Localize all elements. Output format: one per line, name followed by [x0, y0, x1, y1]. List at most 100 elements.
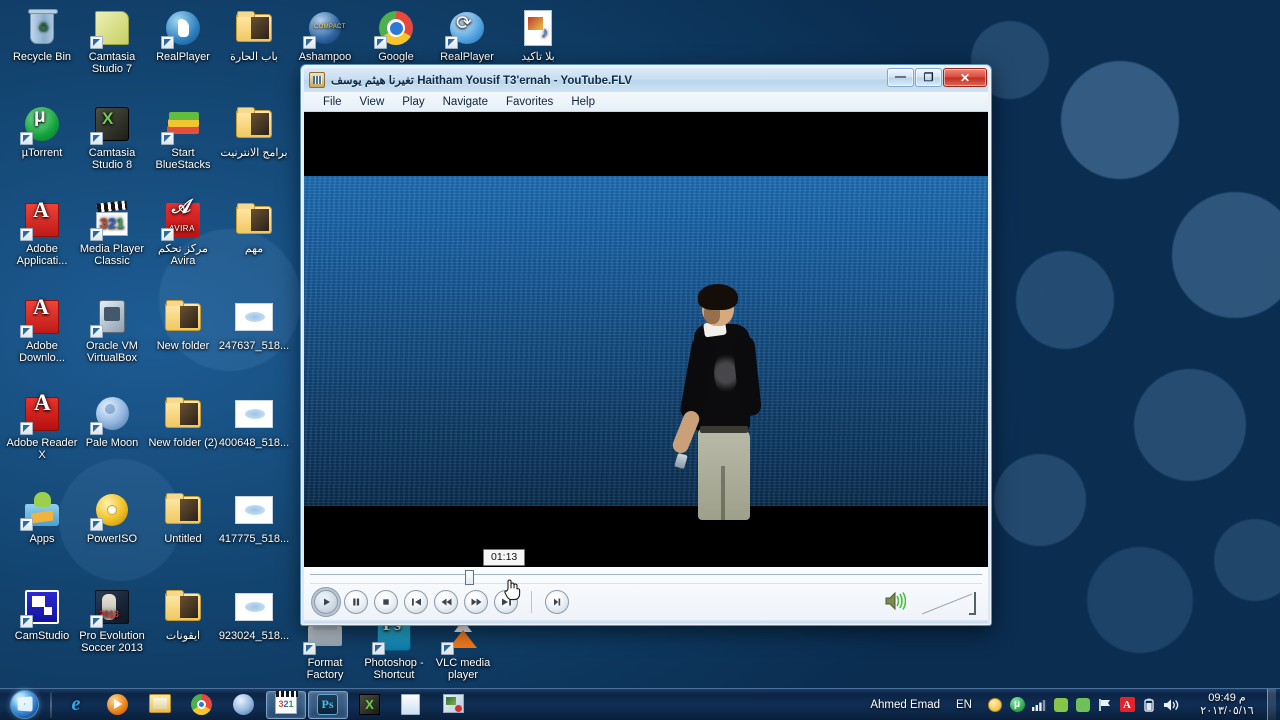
- menu-item-view[interactable]: View: [351, 94, 394, 110]
- taskbar-button-photo-viewer[interactable]: [434, 691, 474, 719]
- taskbar-buttons[interactable]: e 3 2 1 Ps X: [55, 690, 475, 719]
- desktop-icon[interactable]: 417775_518...: [218, 490, 290, 546]
- menu-bar[interactable]: File View Play Navigate Favorites Help: [304, 92, 988, 112]
- video-viewport[interactable]: 01:13: [304, 112, 988, 567]
- desktop-icon[interactable]: ⟳ RealPlayer: [431, 8, 503, 64]
- desktop-icon[interactable]: CamStudio: [6, 587, 78, 643]
- smiley-icon[interactable]: [987, 697, 1003, 713]
- menu-item-navigate[interactable]: Navigate: [434, 94, 497, 110]
- shortcut-arrow-icon: [20, 422, 33, 435]
- poweriso-icon: [90, 490, 132, 531]
- player-controls[interactable]: [304, 567, 988, 623]
- desktop-icon[interactable]: Untitled: [147, 490, 219, 546]
- taskbar-button-camtasia-studio[interactable]: X: [350, 691, 390, 719]
- taskbar-button-google-chrome[interactable]: [182, 691, 222, 719]
- volume-icon[interactable]: [1163, 697, 1179, 713]
- desktop-icon[interactable]: ♪ بلا تاكيد: [502, 8, 574, 64]
- safely-remove-icon[interactable]: [1075, 697, 1091, 713]
- desktop-icon[interactable]: 400648_518...: [218, 394, 290, 450]
- start-button[interactable]: [1, 690, 47, 720]
- desktop-icon[interactable]: A Adobe Downlo...: [6, 296, 78, 364]
- taskbar-button-media-player-classic[interactable]: 321: [266, 690, 306, 719]
- stop-button[interactable]: [374, 590, 398, 614]
- speaker-icon[interactable]: [884, 591, 907, 616]
- clock[interactable]: 09:49 م ٢٠١٣/٠٥/١٦: [1190, 692, 1264, 718]
- desktop-icon[interactable]: PowerISO: [76, 490, 148, 546]
- window-titlebar[interactable]: تغيرنا هيثم يوسف Haitham Yousif T3'ernah…: [304, 68, 988, 92]
- tray-icon-group[interactable]: μA: [984, 697, 1182, 713]
- desktop-icon[interactable]: New folder: [147, 297, 219, 353]
- control-separator: [531, 591, 532, 613]
- minimize-button[interactable]: —: [887, 68, 914, 87]
- desktop-icon[interactable]: مهم: [218, 200, 290, 256]
- transport-button-row[interactable]: [314, 590, 569, 614]
- maximize-button[interactable]: ❐: [915, 68, 942, 87]
- shortcut-arrow-icon: [90, 228, 103, 241]
- taskbar-button-internet-explorer[interactable]: e: [56, 691, 96, 719]
- media-player-window[interactable]: تغيرنا هيثم يوسف Haitham Yousif T3'ernah…: [300, 64, 992, 626]
- rewind-button[interactable]: [434, 590, 458, 614]
- desktop-icon[interactable]: 2013 Pro Evolution Soccer 2013: [76, 587, 148, 654]
- menu-item-help[interactable]: Help: [562, 94, 604, 110]
- volume-slider[interactable]: [920, 590, 978, 616]
- desktop-icon[interactable]: RealPlayer: [147, 8, 219, 64]
- desktop-icon[interactable]: Apps: [6, 490, 78, 546]
- fast-forward-button[interactable]: [464, 590, 488, 614]
- show-desktop-button[interactable]: [1267, 688, 1276, 720]
- desktop-icon[interactable]: 923024_518...: [218, 587, 290, 643]
- desktop-icon[interactable]: COMPACT Ashampoo: [289, 8, 361, 64]
- network-signal-icon[interactable]: [1031, 697, 1047, 713]
- desktop-icon[interactable]: Pale Moon: [76, 394, 148, 450]
- skip-back-button[interactable]: [404, 590, 428, 614]
- desktop-icon[interactable]: 𝒜 AVIRA مركز تحكم Avira: [147, 197, 219, 267]
- menu-item-favorites[interactable]: Favorites: [497, 94, 562, 110]
- camstudio-icon: [20, 587, 62, 628]
- system-tray[interactable]: Ahmed Emad EN μA 09:49 م ٢٠١٣/٠٥/١٦: [870, 688, 1280, 720]
- avira-icon[interactable]: A: [1119, 697, 1135, 713]
- update-icon[interactable]: [1053, 697, 1069, 713]
- desktop-icon[interactable]: New folder (2): [147, 394, 219, 450]
- internet-explorer-icon: e: [71, 693, 81, 715]
- apps-icon: [20, 490, 62, 531]
- desktop-icon[interactable]: برامج الانترنيت: [218, 104, 290, 160]
- desktop-icon[interactable]: ايقونات: [147, 587, 219, 643]
- close-button[interactable]: ✕: [943, 68, 987, 87]
- desktop-icon[interactable]: μ µTorrent: [6, 104, 78, 160]
- pause-button[interactable]: [344, 590, 368, 614]
- utorrent-tray-icon[interactable]: μ: [1009, 697, 1025, 713]
- desktop-icon[interactable]: Google: [360, 8, 432, 64]
- desktop-icon[interactable]: X Camtasia Studio 8: [76, 104, 148, 171]
- status-bar: [304, 620, 988, 623]
- desktop-icon-label: RealPlayer: [156, 51, 210, 63]
- desktop-icon-label: Apps: [29, 533, 55, 545]
- desktop[interactable]: ♻ Recycle Bin Camtasia Studio 7 RealPlayer ب…: [0, 0, 1280, 720]
- seek-bar[interactable]: [310, 570, 982, 585]
- taskbar-button-pale-moon[interactable]: [224, 691, 264, 719]
- taskbar-button-windows-explorer[interactable]: [140, 691, 180, 719]
- desktop-icon[interactable]: Start BlueStacks: [147, 104, 219, 171]
- desktop-icon[interactable]: A Adobe Applicati...: [6, 199, 78, 267]
- desktop-icon[interactable]: 247637_518...: [218, 297, 290, 353]
- step-frame-button[interactable]: [545, 590, 569, 614]
- action-center-flag-icon[interactable]: [1097, 697, 1113, 713]
- menu-item-play[interactable]: Play: [393, 94, 433, 110]
- taskbar[interactable]: e 3 2 1 Ps X Ahmed Emad EN μA 09:49 م ٢٠١٣/٠٥…: [0, 688, 1280, 720]
- language-indicator[interactable]: EN: [956, 699, 972, 711]
- desktop-icon[interactable]: Camtasia Studio 7: [76, 8, 148, 75]
- adobe-reader-icon: A: [20, 391, 62, 435]
- desktop-icon[interactable]: 3 2 1 Media Player Classic: [76, 200, 148, 267]
- taskbar-button-notepad-window[interactable]: [392, 691, 432, 719]
- battery-icon[interactable]: [1141, 697, 1157, 713]
- seek-handle[interactable]: [464, 570, 474, 585]
- taskbar-button-windows-media-player[interactable]: [98, 691, 138, 719]
- desktop-icon[interactable]: باب الحارة: [218, 8, 290, 64]
- play-button[interactable]: [314, 590, 338, 614]
- palemoon-icon: [90, 394, 132, 435]
- taskbar-button-adobe-photoshop[interactable]: Ps: [308, 690, 348, 719]
- desktop-icon[interactable]: Oracle VM VirtualBox: [76, 297, 148, 364]
- desktop-icon[interactable]: ♻ Recycle Bin: [6, 8, 78, 64]
- volume-controls[interactable]: [884, 588, 980, 618]
- desktop-icon[interactable]: A Adobe Reader X: [6, 391, 78, 461]
- google-chrome-icon: [191, 693, 213, 716]
- menu-item-file[interactable]: File: [314, 94, 351, 110]
